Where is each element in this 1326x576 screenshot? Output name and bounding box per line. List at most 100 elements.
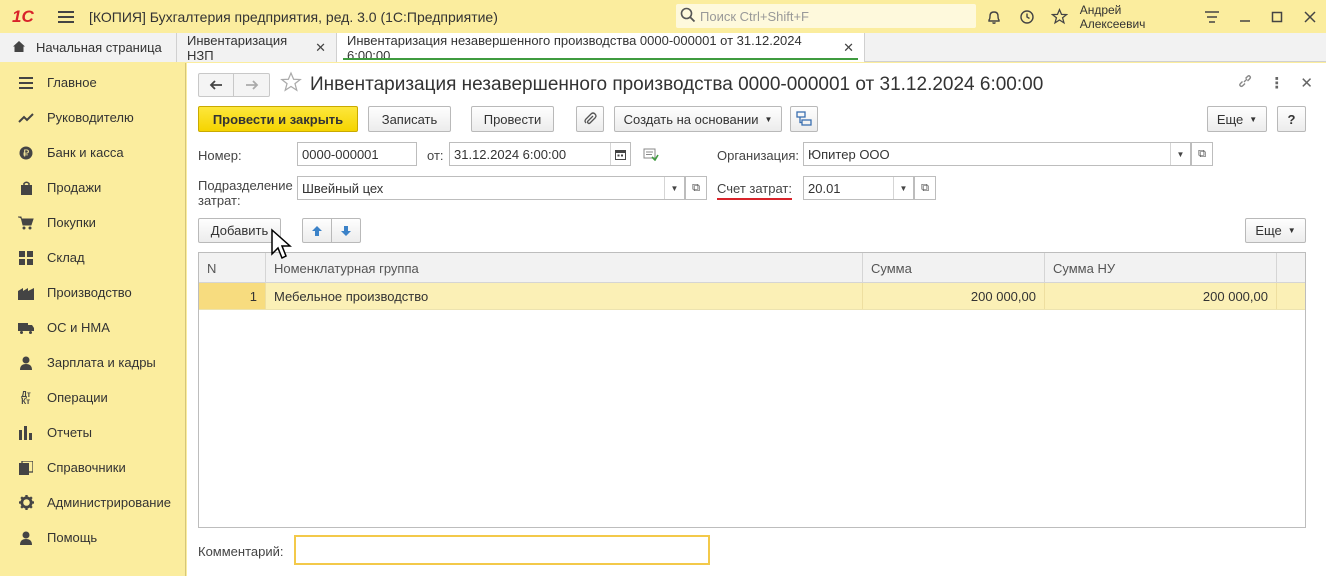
chevron-down-icon[interactable]: ▼	[664, 177, 684, 199]
bell-icon[interactable]	[978, 0, 1011, 33]
sidebar-item-label: Производство	[47, 285, 132, 300]
save-button[interactable]: Записать	[368, 106, 451, 132]
sidebar-item-catalogs[interactable]: Справочники	[0, 450, 185, 485]
dt-kt-icon: Дт Кт	[21, 389, 31, 406]
create-based-on-button[interactable]: Создать на основании ▼	[614, 106, 782, 132]
tab-label: Инвентаризация незавершенного производст…	[347, 32, 802, 63]
search-placeholder: Поиск Ctrl+Shift+F	[700, 8, 809, 24]
more-actions-icon[interactable]: ⋮	[1269, 74, 1284, 92]
title-bar: 1С [КОПИЯ] Бухгалтерия предприятия, ред.…	[0, 0, 1326, 33]
mouse-cursor-icon	[270, 228, 292, 263]
maximize-icon[interactable]	[1261, 0, 1294, 33]
forward-button[interactable]	[234, 73, 270, 97]
chevron-down-icon[interactable]: ▼	[1170, 143, 1190, 165]
sidebar-item-label: ОС и НМА	[47, 320, 110, 335]
division-field[interactable]: Швейный цех ▼	[297, 176, 685, 200]
favorite-star-icon[interactable]	[280, 71, 302, 99]
close-tab-icon[interactable]: ✕	[315, 40, 326, 56]
sidebar-item-salary[interactable]: Зарплата и кадры	[0, 345, 185, 380]
sidebar-item-operations[interactable]: Дт Кт Операции	[0, 380, 185, 415]
chevron-down-icon[interactable]: ▼	[893, 177, 913, 199]
sidebar-item-label: Руководителю	[47, 110, 134, 125]
number-field[interactable]: 0000-000001	[297, 142, 417, 166]
document-status-icon[interactable]	[643, 147, 659, 164]
link-icon[interactable]	[1237, 73, 1253, 93]
open-division-icon[interactable]: ⧉	[685, 176, 707, 200]
sidebar-item-production[interactable]: Производство	[0, 275, 185, 310]
back-button[interactable]	[198, 73, 234, 97]
cell-group[interactable]: Мебельное производство	[266, 283, 863, 309]
sidebar-item-admin[interactable]: Администрирование	[0, 485, 185, 520]
sidebar-item-bank[interactable]: ₽ Банк и касса	[0, 135, 185, 170]
cell-sum-nu[interactable]: 200 000,00	[1045, 283, 1277, 309]
cell-sum[interactable]: 200 000,00	[863, 283, 1045, 309]
cell-n[interactable]: 1	[199, 283, 266, 309]
division-label: Подразделение затрат:	[198, 178, 293, 208]
sidebar-item-label: Помощь	[47, 530, 98, 545]
cost-account-value: 20.01	[808, 180, 841, 196]
structure-icon[interactable]	[790, 106, 818, 132]
add-row-button[interactable]: Добавить	[198, 218, 281, 243]
column-header-n[interactable]: N	[199, 253, 266, 283]
post-and-close-button[interactable]: Провести и закрыть	[198, 106, 358, 132]
date-value: 31.12.2024 6:00:00	[454, 146, 567, 162]
attachment-icon[interactable]	[576, 106, 604, 132]
app-title: [КОПИЯ] Бухгалтерия предприятия, ред. 3.…	[89, 8, 498, 25]
sidebar-item-sales[interactable]: Продажи	[0, 170, 185, 205]
organization-label: Организация:	[717, 148, 800, 163]
comment-field[interactable]	[294, 535, 710, 565]
column-header-sum[interactable]: Сумма	[863, 253, 1045, 283]
sidebar-item-fixed-assets[interactable]: ОС и НМА	[0, 310, 185, 345]
column-header-sum-nu[interactable]: Сумма НУ	[1045, 253, 1277, 283]
sidebar-item-reports[interactable]: Отчеты	[0, 415, 185, 450]
main-menu-icon[interactable]	[58, 10, 74, 23]
document-form: Инвентаризация незавершенного производст…	[187, 63, 1326, 576]
search-icon	[680, 7, 698, 26]
sidebar-item-main[interactable]: Главное	[0, 65, 185, 100]
sidebar-item-label: Зарплата и кадры	[47, 355, 156, 370]
tab-inventory-nzp[interactable]: Инвентаризация НЗП ✕	[177, 33, 337, 63]
table-more-button[interactable]: Еще ▼	[1245, 218, 1306, 243]
close-form-icon[interactable]: ✕	[1300, 74, 1313, 92]
sidebar-item-purchases[interactable]: Покупки	[0, 205, 185, 240]
comment-label: Комментарий:	[198, 544, 284, 559]
bar-chart-icon	[18, 425, 34, 441]
cost-account-field[interactable]: 20.01 ▼	[803, 176, 914, 200]
history-icon[interactable]	[1011, 0, 1044, 33]
close-icon[interactable]	[1293, 0, 1326, 33]
sidebar-item-label: Справочники	[47, 460, 126, 475]
sidebar-item-help[interactable]: Помощь	[0, 520, 185, 555]
settings-icon[interactable]	[1196, 0, 1229, 33]
open-cost-account-icon[interactable]: ⧉	[914, 176, 936, 200]
tab-inventory-document[interactable]: Инвентаризация незавершенного производст…	[337, 32, 865, 63]
division-label-line2: затрат:	[198, 193, 241, 208]
star-icon[interactable]	[1043, 0, 1076, 33]
home-icon	[12, 40, 26, 56]
table-row[interactable]: 1 Мебельное производство 200 000,00 200 …	[199, 283, 1305, 310]
help-person-icon	[18, 530, 34, 546]
move-up-icon[interactable]	[302, 218, 332, 243]
search-input[interactable]: Поиск Ctrl+Shift+F	[676, 4, 976, 28]
more-button[interactable]: Еще ▼	[1207, 106, 1267, 132]
tab-home[interactable]: Начальная страница	[0, 33, 177, 62]
column-header-group[interactable]: Номенклатурная группа	[266, 253, 863, 283]
table-header: N Номенклатурная группа Сумма Сумма НУ	[199, 253, 1305, 283]
cart-icon	[18, 215, 34, 231]
minimize-icon[interactable]	[1228, 0, 1261, 33]
organization-field[interactable]: Юпитер ООО ▼	[803, 142, 1191, 166]
date-field[interactable]: 31.12.2024 6:00:00	[449, 142, 631, 166]
user-name[interactable]: Андрей Алексеевич	[1080, 3, 1186, 31]
calendar-icon[interactable]	[610, 143, 630, 165]
open-organization-icon[interactable]: ⧉	[1191, 142, 1213, 166]
post-button[interactable]: Провести	[471, 106, 554, 132]
close-tab-icon[interactable]: ✕	[843, 40, 854, 56]
sidebar-item-label: Склад	[47, 250, 85, 265]
items-table[interactable]: N Номенклатурная группа Сумма Сумма НУ 1…	[198, 252, 1306, 528]
create-based-on-label: Создать на основании	[623, 111, 759, 127]
sidebar-item-director[interactable]: Руководителю	[0, 100, 185, 135]
sidebar-item-warehouse[interactable]: Склад	[0, 240, 185, 275]
tab-label: Начальная страница	[36, 40, 162, 55]
move-down-icon[interactable]	[331, 218, 361, 243]
help-button[interactable]: ?	[1277, 106, 1306, 132]
command-bar: Провести и закрыть Записать Провести Соз…	[198, 106, 1306, 132]
